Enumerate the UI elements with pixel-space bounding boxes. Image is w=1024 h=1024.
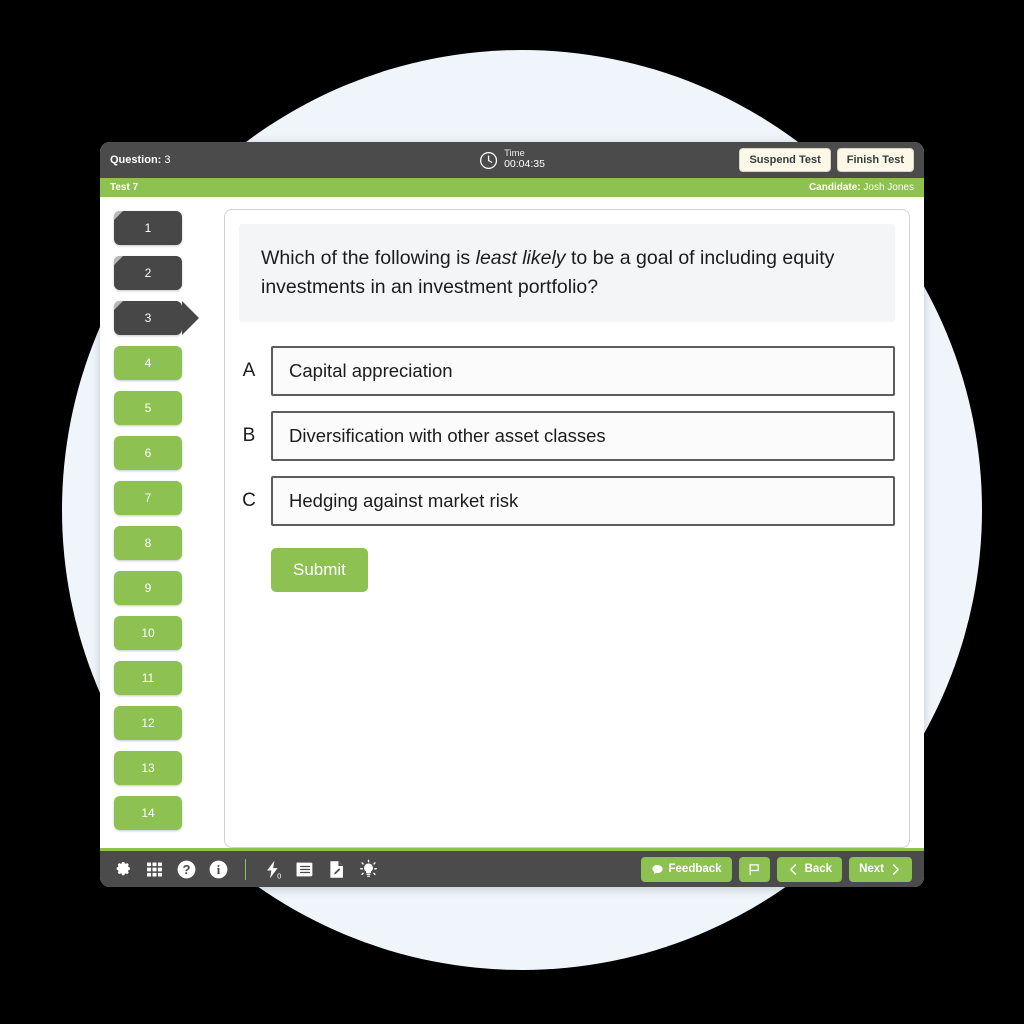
nav-item-question-13[interactable]: 13 — [114, 751, 182, 785]
nav-item-number: 13 — [141, 761, 155, 775]
back-button-label: Back — [804, 863, 833, 875]
nav-item-question-6[interactable]: 6 — [114, 436, 182, 470]
nav-item-number: 1 — [144, 221, 152, 235]
timer-value: 00:04:35 — [504, 158, 545, 171]
nav-item-question-7[interactable]: 7 — [114, 481, 182, 515]
answer-option-row: C Hedging against market risk — [239, 475, 895, 526]
nav-item-number: 12 — [141, 716, 155, 730]
nav-item-number: 7 — [144, 491, 152, 505]
nav-item-question-11[interactable]: 11 — [114, 661, 182, 695]
nav-item-question-14[interactable]: 14 — [114, 796, 182, 830]
help-icon[interactable]: ? — [176, 859, 197, 880]
question-navigation-sidebar: 1 2 3 4 5 6 7 8 9 10 11 12 13 14 — [114, 209, 210, 848]
answer-option-letter: B — [242, 424, 256, 446]
nav-item-number: 2 — [144, 266, 152, 280]
question-counter-label: Question: — [110, 154, 162, 166]
toolbar-divider — [245, 858, 246, 880]
answer-options-list: A Capital appreciation B Diversification wi… — [239, 345, 895, 526]
flag-icon — [749, 863, 759, 875]
flag-button[interactable] — [738, 856, 770, 882]
answer-option-B[interactable]: Diversification with other asset classes — [271, 410, 895, 461]
hint-icon[interactable] — [358, 859, 379, 880]
nav-item-question-3[interactable]: 3 — [114, 301, 199, 335]
test-info-bar: Test 7 Candidate: Josh Jones — [100, 178, 924, 197]
nav-item-question-10[interactable]: 10 — [114, 616, 182, 650]
question-stem-part1: Which of the following is — [261, 247, 476, 269]
answer-option-A[interactable]: Capital appreciation — [271, 345, 895, 396]
nav-item-question-9[interactable]: 9 — [114, 571, 182, 605]
next-button[interactable]: Next — [849, 856, 912, 882]
speech-bubble-icon — [651, 864, 663, 874]
notes-icon[interactable] — [294, 859, 315, 880]
nav-item-number: 5 — [144, 401, 152, 415]
timer-text: Time 00:04:35 — [504, 148, 545, 171]
nav-item-question-1[interactable]: 1 — [114, 211, 182, 245]
candidate-info: Candidate: Josh Jones — [809, 182, 914, 193]
question-stem: Which of the following is least likely t… — [239, 224, 895, 322]
nav-item-question-8[interactable]: 8 — [114, 526, 182, 560]
feedback-button[interactable]: Feedback — [640, 856, 732, 882]
svg-text:i: i — [217, 862, 221, 877]
candidate-name: Josh Jones — [863, 182, 914, 193]
chevron-left-icon — [789, 863, 796, 875]
bottom-actions: Feedback Back Next — [640, 856, 912, 882]
answer-option-row: B Diversification with other asset classe… — [239, 410, 895, 461]
grid-icon[interactable] — [144, 859, 165, 880]
clock-icon — [480, 151, 498, 169]
nav-item-number: 3 — [144, 311, 152, 325]
nav-item-question-2[interactable]: 2 — [114, 256, 182, 290]
test-application-window: Question: 3 Time 00:04:35 Suspend Test F… — [100, 142, 924, 887]
info-icon[interactable]: i — [208, 859, 229, 880]
test-name: Test 7 — [110, 182, 139, 193]
nav-item-number: 6 — [144, 446, 152, 460]
nav-item-number: 8 — [144, 536, 152, 550]
feedback-button-label: Feedback — [668, 863, 722, 875]
svg-text:0: 0 — [277, 871, 281, 879]
screenshot-stage: Question: 3 Time 00:04:35 Suspend Test F… — [0, 0, 1024, 1024]
nav-item-question-12[interactable]: 12 — [114, 706, 182, 740]
answer-option-row: A Capital appreciation — [239, 345, 895, 396]
timer: Time 00:04:35 — [479, 148, 545, 171]
svg-text:?: ? — [182, 861, 190, 876]
submit-row: Submit — [239, 547, 895, 592]
question-counter: Question: 3 — [110, 154, 171, 166]
candidate-label: Candidate: — [808, 182, 861, 193]
question-content-panel: Which of the following is least likely t… — [224, 209, 910, 848]
nav-item-number: 9 — [144, 581, 152, 595]
nav-item-number: 14 — [141, 806, 155, 820]
submit-button[interactable]: Submit — [271, 547, 368, 592]
back-button[interactable]: Back — [776, 856, 843, 882]
nav-item-number: 4 — [144, 356, 152, 370]
answer-option-letter: C — [242, 489, 256, 511]
nav-item-question-4[interactable]: 4 — [114, 346, 182, 380]
bottom-toolbar: ? i 0 Feedback Back Next — [100, 851, 924, 887]
gear-icon[interactable] — [112, 859, 133, 880]
nav-item-question-5[interactable]: 5 — [114, 391, 182, 425]
answer-option-letter: A — [242, 359, 256, 381]
flash-icon[interactable]: 0 — [262, 859, 283, 880]
answer-option-C[interactable]: Hedging against market risk — [271, 475, 895, 526]
nav-item-number: 10 — [141, 626, 155, 640]
top-actions: Suspend Test Finish Test — [739, 148, 914, 172]
finish-test-button[interactable]: Finish Test — [836, 148, 914, 172]
chevron-right-icon — [892, 863, 899, 875]
question-stem-emphasis: least likely — [475, 247, 566, 269]
scratchpad-icon[interactable] — [326, 859, 347, 880]
top-header-bar: Question: 3 Time 00:04:35 Suspend Test F… — [100, 142, 924, 178]
suspend-test-button[interactable]: Suspend Test — [739, 148, 831, 172]
next-button-label: Next — [859, 863, 884, 875]
nav-item-number: 11 — [141, 671, 155, 685]
app-body: 1 2 3 4 5 6 7 8 9 10 11 12 13 14 Which of the followi… — [100, 197, 924, 848]
question-counter-value: 3 — [164, 154, 171, 166]
